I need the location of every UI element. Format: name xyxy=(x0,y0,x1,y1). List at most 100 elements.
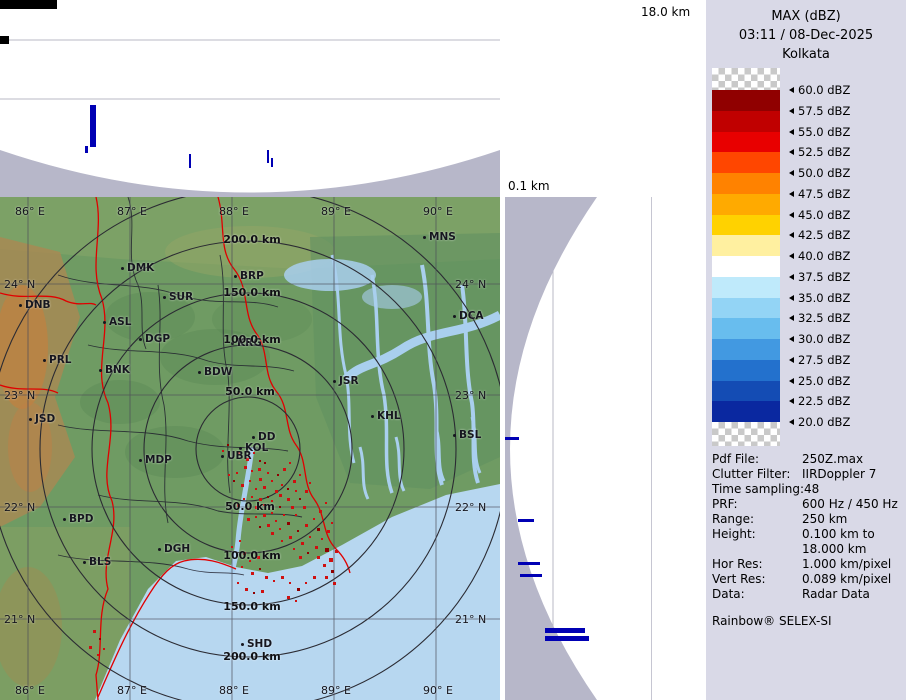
echo-pixel xyxy=(297,588,300,591)
echo-pixel xyxy=(261,590,264,593)
echo-pixel xyxy=(335,550,338,553)
scale-tick-arrow-icon xyxy=(789,295,794,301)
echo-pixel xyxy=(281,484,283,486)
profile-echo-bar xyxy=(267,150,269,163)
echo-pixel xyxy=(271,500,273,502)
metadata-value: 18.000 km xyxy=(802,542,866,557)
echo-pixel xyxy=(317,528,320,531)
metadata-row: Clutter Filter:IIRDoppler 7 xyxy=(712,467,904,482)
metadata-value: Radar Data xyxy=(802,587,870,602)
echo-pixel xyxy=(255,516,257,518)
echo-pixel xyxy=(307,552,309,554)
echo-pixel xyxy=(313,576,316,579)
echo-pixel xyxy=(249,560,251,562)
echo-pixel xyxy=(277,474,279,476)
scale-tick-arrow-icon xyxy=(789,357,794,363)
echo-pixel xyxy=(267,496,269,498)
metadata-label: Pdf File: xyxy=(712,452,759,467)
scale-tick-arrow-icon xyxy=(789,232,794,238)
echo-pixel xyxy=(299,474,301,476)
echo-pixel xyxy=(323,564,326,567)
scale-tick-arrow-icon xyxy=(789,129,794,135)
echo-pixel xyxy=(297,530,299,532)
echo-pixel xyxy=(305,582,307,584)
dbz-value: 32.5 dBZ xyxy=(798,311,850,325)
metadata-label: Vert Res: xyxy=(712,572,766,587)
echo-pixel xyxy=(255,506,258,509)
echo-pixel xyxy=(263,504,265,506)
echo-pixel xyxy=(331,570,334,573)
metadata-row: Vert Res:0.089 km/pixel xyxy=(712,572,904,587)
echo-pixel xyxy=(247,518,250,521)
echo-pixel xyxy=(301,542,304,545)
corner-marker xyxy=(0,0,57,9)
metadata-row: 18.000 km xyxy=(712,542,904,557)
scale-tick-arrow-icon xyxy=(789,274,794,280)
echo-pixel xyxy=(333,582,336,585)
echo-pixel xyxy=(295,490,297,492)
metadata-label: Time sampling:48 xyxy=(712,482,819,497)
profile-echo-bar xyxy=(271,158,273,167)
metadata-value: 1.000 km/pixel xyxy=(802,557,891,572)
echo-pixel xyxy=(325,548,329,552)
echo-pixel xyxy=(287,488,289,490)
scale-tick-arrow-icon xyxy=(789,212,794,218)
echo-pixel xyxy=(259,478,262,481)
echo-pixel xyxy=(293,480,296,483)
dbz-scale-label: 47.5 dBZ xyxy=(789,187,850,201)
map-panel xyxy=(0,197,500,700)
echo-pixel xyxy=(315,546,318,549)
echo-pixel xyxy=(265,576,268,579)
metadata-label: PRF: xyxy=(712,497,738,512)
scale-tick-arrow-icon xyxy=(789,170,794,176)
echo-pixel xyxy=(271,532,274,535)
echo-pixel xyxy=(259,568,261,570)
scale-tick-arrow-icon xyxy=(789,336,794,342)
echo-pixel xyxy=(238,452,240,454)
echo-pixel xyxy=(258,468,261,471)
echo-pixel xyxy=(287,522,290,525)
dbz-scale-label: 55.0 dBZ xyxy=(789,125,850,139)
echo-pixel xyxy=(257,556,260,559)
legend-panel: MAX (dBZ) 03:11 / 08-Dec-2025 Kolkata 60… xyxy=(706,0,906,700)
echo-pixel xyxy=(279,506,281,508)
echo-pixel xyxy=(264,462,266,464)
echo-pixel xyxy=(247,508,249,510)
echo-pixel xyxy=(259,460,261,462)
dbz-scale-label: 52.5 dBZ xyxy=(789,145,850,159)
echo-pixel xyxy=(103,648,105,650)
dbz-value: 27.5 dBZ xyxy=(798,353,850,367)
dbz-scale-label: 22.5 dBZ xyxy=(789,394,850,408)
echo-pixel xyxy=(325,576,328,579)
echo-pixel xyxy=(241,566,243,568)
echo-pixel xyxy=(243,552,246,555)
product-metadata: Pdf File: 250Z.maxClutter Filter:IIRDoppl… xyxy=(712,452,904,602)
scale-tick-arrow-icon xyxy=(789,315,794,321)
echo-pixel xyxy=(233,480,235,482)
software-brand: Rainbow® SELEX-SI xyxy=(712,614,832,628)
echo-pixel xyxy=(241,484,244,487)
echo-pixel xyxy=(283,468,286,471)
metadata-value: 250Z.max xyxy=(802,452,863,467)
echo-pixel xyxy=(251,572,254,575)
dbz-value: 47.5 dBZ xyxy=(798,187,850,201)
echo-pixel xyxy=(289,582,291,584)
echo-pixel xyxy=(299,498,301,500)
echo-pixel xyxy=(327,530,330,533)
scale-tick-arrow-icon xyxy=(789,378,794,384)
metadata-row: Hor Res:1.000 km/pixel xyxy=(712,557,904,572)
height-gridline xyxy=(651,197,652,700)
profile-echo-bar xyxy=(545,628,585,633)
echo-pixel xyxy=(309,536,311,538)
echo-pixel xyxy=(253,592,255,594)
echo-pixel xyxy=(243,498,245,500)
profile-echo-bar xyxy=(85,146,88,153)
dbz-scale-label: 20.0 dBZ xyxy=(789,415,850,429)
echo-pixel xyxy=(275,520,277,522)
echo-pixel xyxy=(279,494,282,497)
echo-pixel xyxy=(246,458,249,461)
echo-pixel xyxy=(289,536,292,539)
echo-pixel xyxy=(313,518,315,520)
echo-pixel xyxy=(295,600,297,602)
dbz-scale-label: 60.0 dBZ xyxy=(789,83,850,97)
